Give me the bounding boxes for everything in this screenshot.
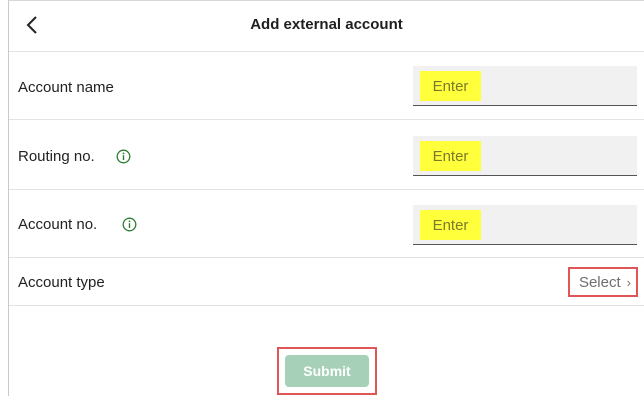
field-row-routing-number: Routing no. Enter <box>9 120 644 190</box>
info-icon[interactable] <box>122 217 137 232</box>
account-type-select[interactable]: Select › <box>568 267 638 297</box>
account-number-input[interactable]: Enter <box>413 205 637 245</box>
info-icon[interactable] <box>116 149 131 164</box>
header-bar: Add external account <box>9 1 644 52</box>
account-type-value: Select <box>578 273 621 291</box>
account-type-label: Account type <box>18 274 105 291</box>
chevron-right-icon: › <box>626 274 631 290</box>
routing-number-label: Routing no. <box>18 148 95 165</box>
routing-number-input[interactable]: Enter <box>413 136 637 176</box>
add-account-panel: Add external account Account name Enter … <box>8 0 644 396</box>
account-name-input[interactable]: Enter <box>413 66 637 106</box>
submit-button[interactable]: Submit <box>285 355 369 387</box>
field-row-account-type: Account type Select › <box>9 258 644 306</box>
field-row-account-number: Account no. Enter <box>9 190 644 258</box>
account-name-label: Account name <box>18 79 114 96</box>
account-number-label: Account no. <box>18 216 98 233</box>
submit-button-frame: Submit <box>277 347 377 395</box>
account-number-placeholder: Enter <box>420 210 481 240</box>
page-title: Add external account <box>250 16 403 33</box>
routing-number-placeholder: Enter <box>420 141 481 171</box>
field-row-account-name: Account name Enter <box>9 52 644 120</box>
account-name-placeholder: Enter <box>420 71 481 101</box>
